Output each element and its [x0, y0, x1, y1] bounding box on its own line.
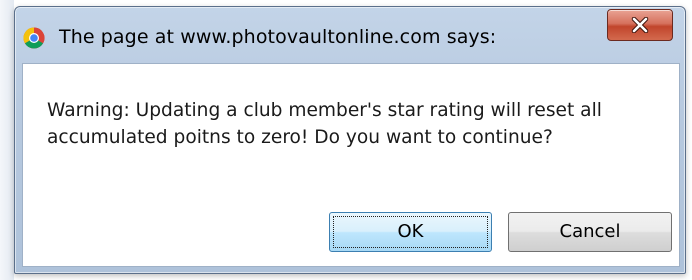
close-button[interactable] [607, 9, 673, 41]
cancel-button[interactable]: Cancel [508, 212, 672, 252]
dialog-message: Warning: Updating a club member's star r… [47, 100, 602, 148]
cancel-button-label: Cancel [559, 221, 621, 242]
javascript-confirm-dialog: The page at www.photovaultonline.com say… [14, 6, 686, 274]
close-icon [631, 17, 649, 33]
title-bar[interactable]: The page at www.photovaultonline.com say… [15, 7, 685, 63]
ok-button[interactable]: OK [329, 212, 492, 252]
chrome-icon [23, 27, 45, 49]
ok-button-label: OK [397, 221, 424, 242]
background-window-edge [0, 0, 14, 280]
dialog-content: Warning: Updating a club member's star r… [22, 63, 680, 267]
dialog-title: The page at www.photovaultonline.com say… [59, 26, 497, 48]
